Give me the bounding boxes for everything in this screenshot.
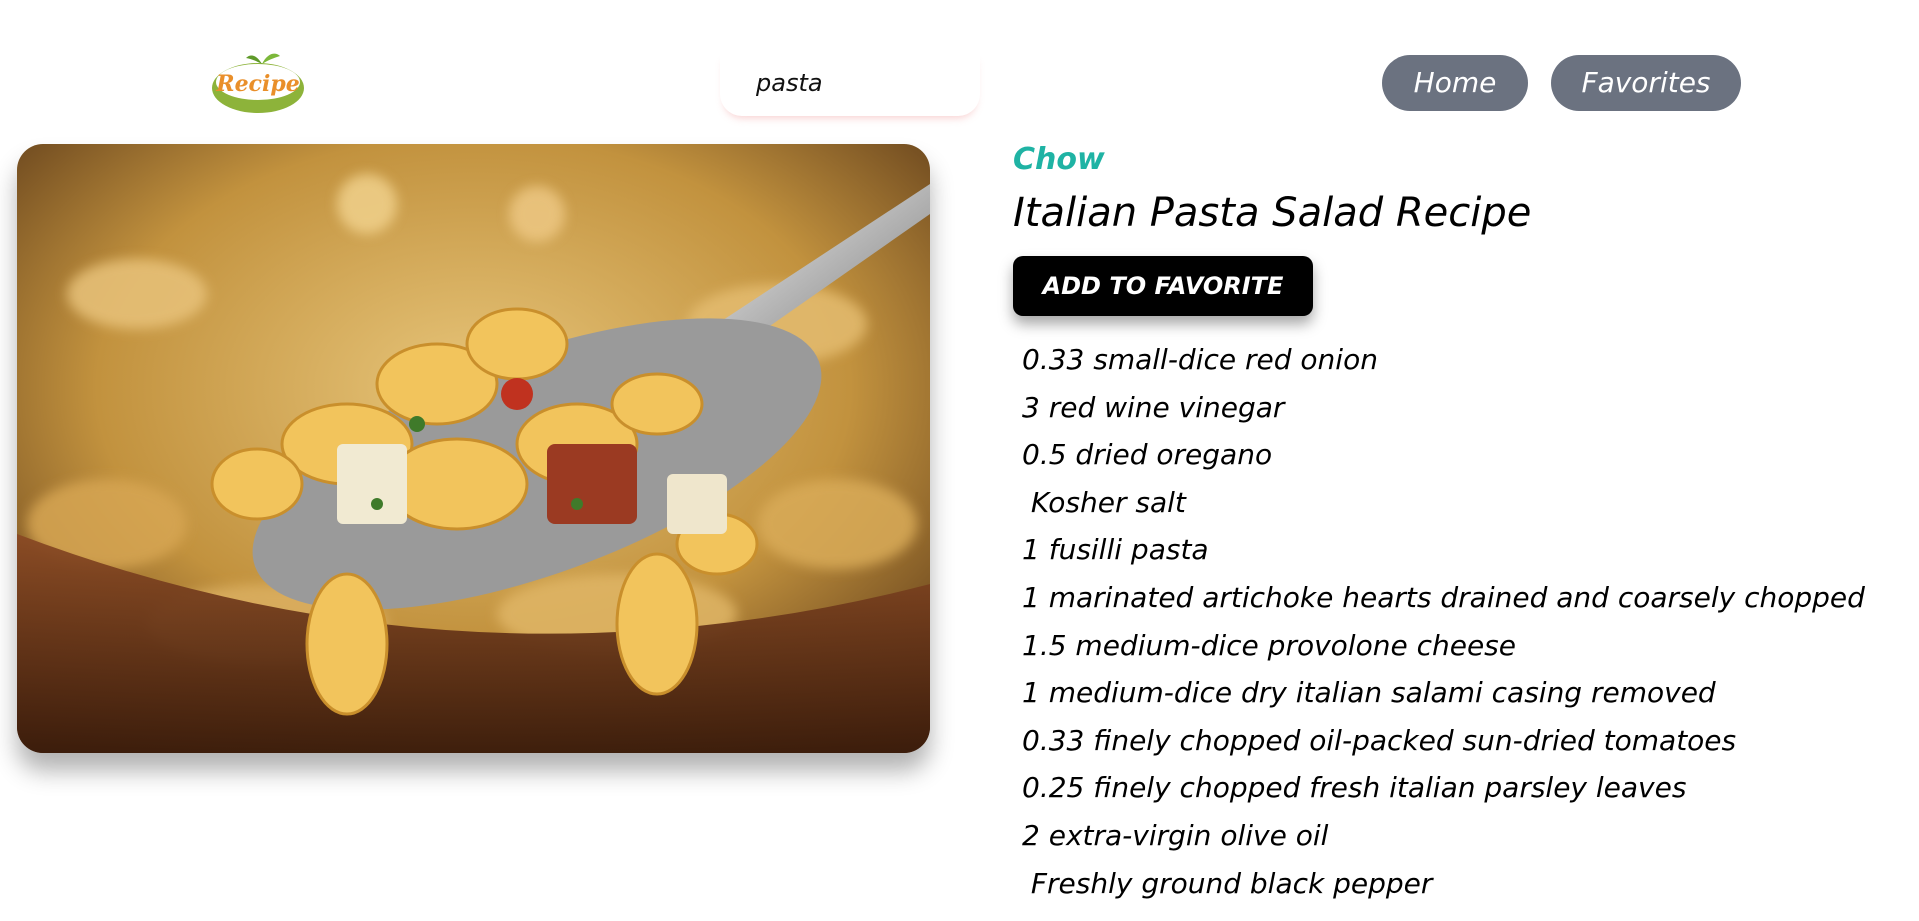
ingredient-item: 1 marinated artichoke hearts drained and… (1022, 580, 1865, 614)
recipe-logo[interactable]: Recipe (210, 48, 306, 114)
recipe-image (17, 144, 930, 753)
add-to-favorite-button[interactable]: ADD TO FAVORITE (1013, 256, 1313, 316)
logo-text: Recipe (215, 71, 299, 97)
ingredient-item: 2 extra-virgin olive oil (1022, 818, 1329, 852)
ingredient-list: 0.33 small-dice red onion 3 red wine vin… (1022, 336, 1865, 907)
ingredient-item: 0.25 finely chopped fresh italian parsle… (1022, 771, 1687, 805)
home-button[interactable]: Home (1382, 55, 1528, 111)
ingredient-item: 1.5 medium-dice provolone cheese (1022, 628, 1516, 662)
ingredient-item: 0.33 small-dice red onion (1022, 343, 1378, 376)
recipe-title: Italian Pasta Salad Recipe (1013, 190, 1532, 236)
ingredient-item: 1 medium-dice dry italian salami casing … (1022, 676, 1716, 710)
pasta-image (17, 144, 930, 753)
logo-graphic: Recipe (212, 53, 304, 113)
ingredient-item: 0.5 dried oregano (1022, 438, 1273, 472)
favorites-button[interactable]: Favorites (1551, 55, 1741, 111)
ingredient-item: Freshly ground black pepper (1022, 866, 1433, 900)
ingredient-item: 0.33 finely chopped oil-packed sun-dried… (1022, 723, 1737, 757)
recipe-page: Recipe Home Favorites (0, 0, 1919, 921)
ingredient-item: 3 red wine vinegar (1022, 390, 1285, 424)
ingredient-item: Kosher salt (1022, 485, 1186, 519)
search-box (720, 52, 980, 116)
search-input[interactable] (754, 62, 968, 104)
ingredient-item: 1 fusilli pasta (1022, 533, 1209, 567)
recipe-source: Chow (1013, 142, 1105, 177)
